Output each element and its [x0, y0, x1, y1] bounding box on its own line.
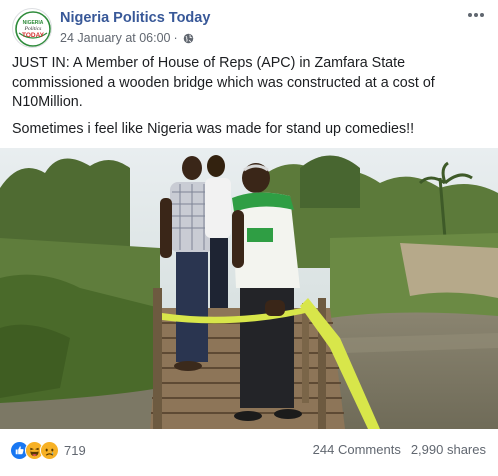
post-footer: 719 244 Comments 2,990 shares [0, 432, 498, 472]
post-paragraph: JUST IN: A Member of House of Reps (APC)… [12, 55, 435, 110]
post-meta: 24 January at 06:00 · [60, 31, 194, 45]
post-timestamp[interactable]: 24 January at 06:00 [60, 31, 171, 45]
reaction-count: 719 [64, 443, 86, 458]
post-photo[interactable] [0, 148, 498, 429]
bridge-photo-illustration [0, 148, 498, 429]
reactions-summary[interactable]: 719 [10, 441, 86, 460]
shares-count-link[interactable]: 2,990 shares [411, 442, 486, 457]
page-avatar[interactable]: NIGERIA Politics TODAY [12, 8, 52, 48]
more-horizontal-icon[interactable] [466, 6, 486, 24]
meta-separator: · [173, 31, 178, 45]
engagement-stats: 244 Comments 2,990 shares [313, 442, 486, 457]
post-header: NIGERIA Politics TODAY Nigeria Politics … [0, 0, 498, 52]
page-logo-icon: NIGERIA Politics TODAY [15, 11, 51, 47]
avatar-text-3: TODAY [22, 32, 45, 39]
post-paragraph: Sometimes i feel like Nigeria was made f… [12, 120, 415, 137]
globe-icon[interactable] [183, 33, 194, 44]
post-body: JUST IN: A Member of House of Reps (APC)… [12, 54, 486, 146]
sad-icon [40, 441, 59, 460]
comments-count-link[interactable]: 244 Comments [313, 442, 401, 457]
facebook-post: NIGERIA Politics TODAY Nigeria Politics … [0, 0, 498, 476]
page-name-link[interactable]: Nigeria Politics Today [60, 10, 210, 26]
